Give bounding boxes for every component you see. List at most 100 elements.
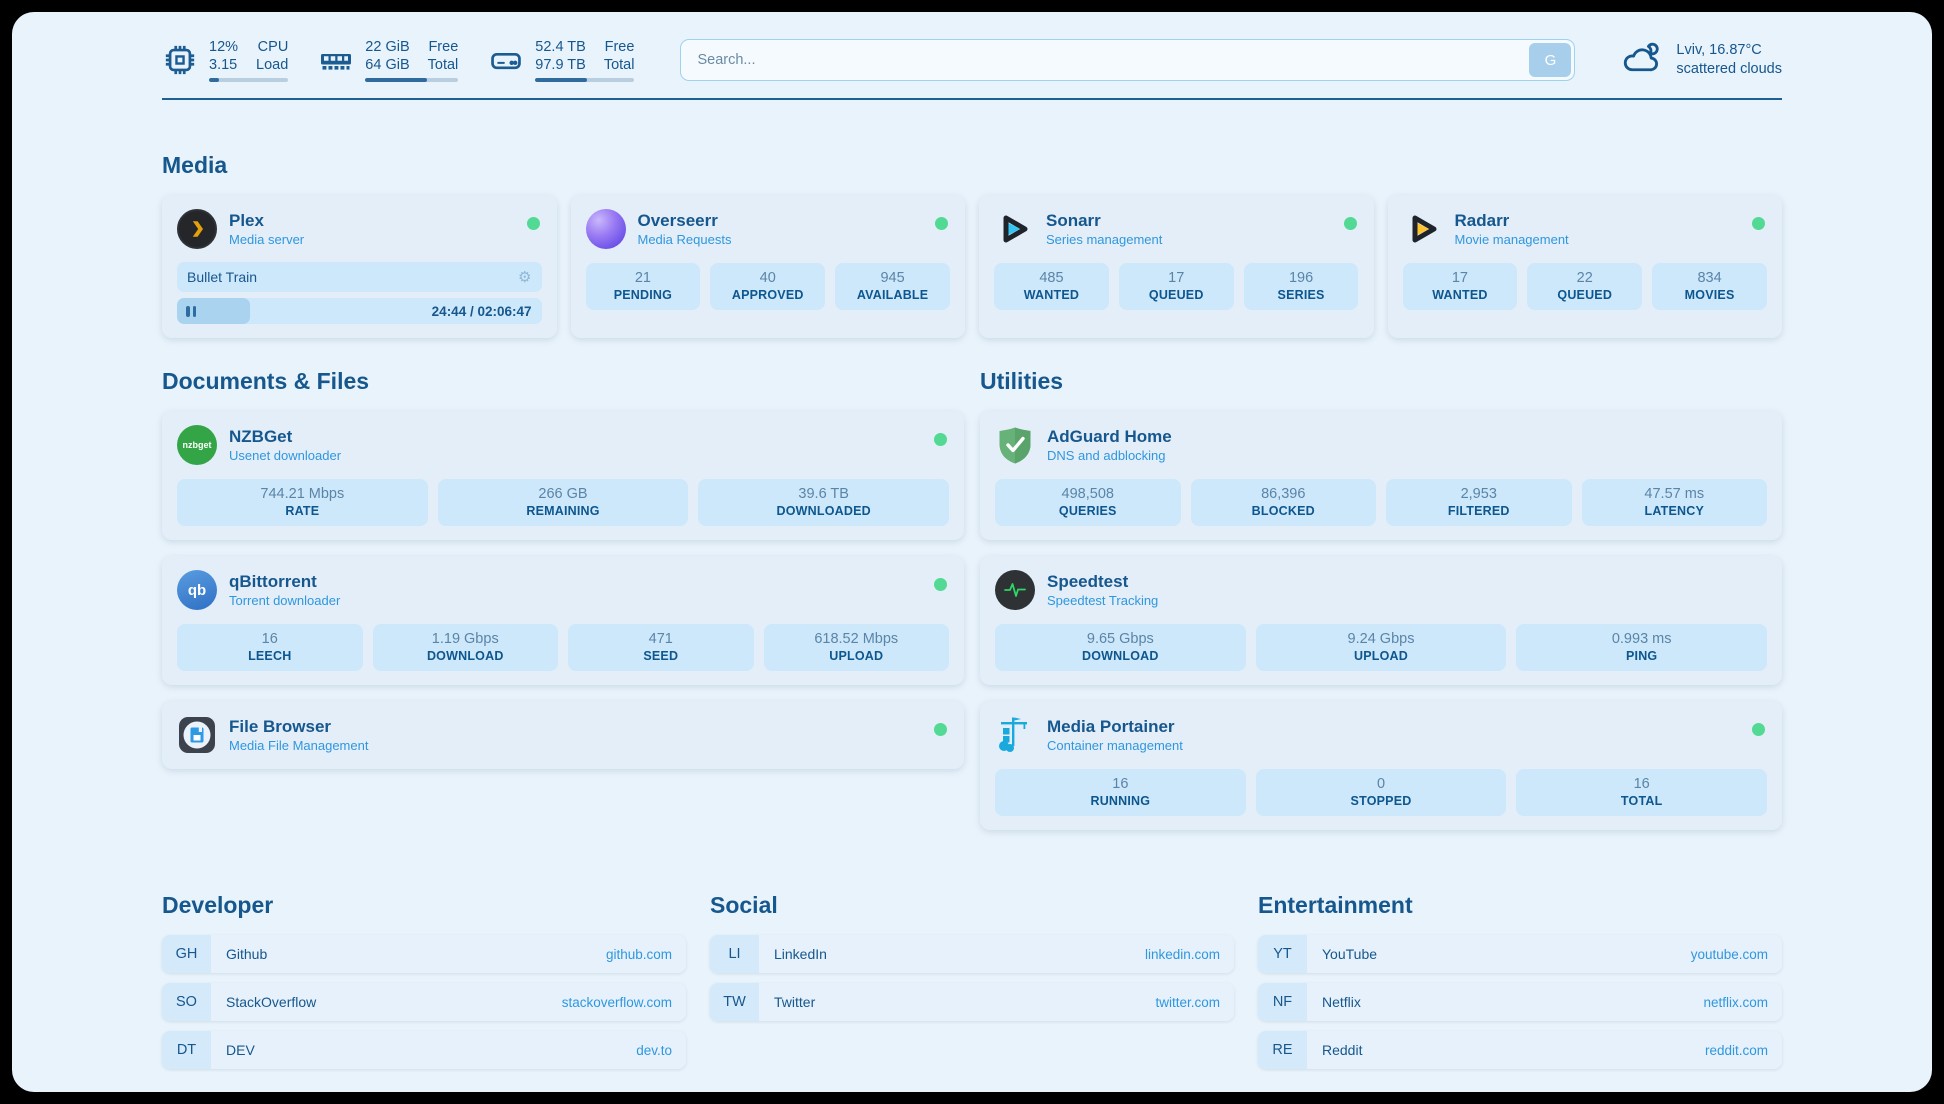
- stat-box: 39.6 TBDOWNLOADED: [698, 479, 949, 526]
- app-title: Speedtest: [1047, 572, 1158, 592]
- portainer-icon: [995, 715, 1035, 755]
- stat-box: 22QUEUED: [1527, 263, 1642, 310]
- stat-box: 744.21 MbpsRATE: [177, 479, 428, 526]
- cpu-load-value: 3.15: [209, 56, 238, 74]
- app-card-portainer[interactable]: Media Portainer Container management 16R…: [980, 701, 1782, 830]
- bookmark-name: DEV: [211, 1031, 255, 1069]
- stat-box: 21PENDING: [586, 263, 701, 310]
- cpu-progress-bar: [209, 78, 288, 82]
- search-input[interactable]: [680, 39, 1575, 81]
- bookmark-abbr: NF: [1258, 983, 1307, 1021]
- stat-box: 47.57 msLATENCY: [1582, 479, 1768, 526]
- bookmark-abbr: TW: [710, 983, 759, 1021]
- bookmark-abbr: RE: [1258, 1031, 1307, 1069]
- memory-free-value: 22 GiB: [365, 38, 409, 56]
- app-title: Overseerr: [638, 211, 732, 231]
- adguard-icon: [995, 425, 1035, 465]
- app-card-overseerr[interactable]: Overseerr Media Requests 21PENDING 40APP…: [571, 195, 966, 338]
- app-card-sonarr[interactable]: Sonarr Series management 485WANTED 17QUE…: [979, 195, 1374, 338]
- stat-box: 0.993 msPING: [1516, 624, 1767, 671]
- search-provider-button[interactable]: G: [1529, 43, 1571, 77]
- disk-widget: 52.4 TB Free 97.9 TB Total: [488, 38, 634, 82]
- app-card-filebrowser[interactable]: File Browser Media File Management: [162, 701, 964, 769]
- stat-box: 16LEECH: [177, 624, 363, 671]
- stat-box: 16TOTAL: [1516, 769, 1767, 816]
- stat-box: 1.19 GbpsDOWNLOAD: [373, 624, 559, 671]
- plex-icon: [177, 209, 217, 249]
- disk-progress-fill: [535, 78, 587, 82]
- cpu-icon: [162, 42, 198, 78]
- memory-progress-bar: [365, 78, 458, 82]
- stat-box: 834MOVIES: [1652, 263, 1767, 310]
- playback-time: 24:44 / 02:06:47: [432, 304, 542, 319]
- memory-icon: [318, 42, 354, 78]
- sonarr-icon: [994, 209, 1034, 249]
- section-title-utilities: Utilities: [980, 368, 1782, 395]
- weather-widget: Lviv, 16.87°C scattered clouds: [1621, 40, 1782, 80]
- bookmark-url: stackoverflow.com: [562, 983, 686, 1021]
- bookmark-name: Github: [211, 935, 267, 973]
- cpu-progress-fill: [209, 78, 219, 82]
- stat-box: 266 GBREMAINING: [438, 479, 689, 526]
- app-card-radarr[interactable]: Radarr Movie management 17WANTED 22QUEUE…: [1388, 195, 1783, 338]
- bookmark-name: StackOverflow: [211, 983, 316, 1021]
- gear-icon[interactable]: ⚙: [518, 270, 531, 285]
- app-subtitle: Usenet downloader: [229, 448, 341, 463]
- stat-box: 498,508QUERIES: [995, 479, 1181, 526]
- bookmark-reddit[interactable]: RE Reddit reddit.com: [1258, 1031, 1782, 1069]
- cloud-icon: [1621, 40, 1663, 80]
- stat-box: 485WANTED: [994, 263, 1109, 310]
- stat-box: 86,396BLOCKED: [1191, 479, 1377, 526]
- disk-icon: [488, 42, 524, 78]
- bookmark-github[interactable]: GH Github github.com: [162, 935, 686, 973]
- app-title: Plex: [229, 211, 304, 231]
- bookmark-name: Twitter: [759, 983, 815, 1021]
- app-title: AdGuard Home: [1047, 427, 1172, 447]
- stat-box: 2,953FILTERED: [1386, 479, 1572, 526]
- stat-box: 945AVAILABLE: [835, 263, 950, 310]
- memory-progress-fill: [365, 78, 426, 82]
- app-title: Media Portainer: [1047, 717, 1183, 737]
- weather-condition: scattered clouds: [1676, 60, 1782, 79]
- app-subtitle: Torrent downloader: [229, 593, 340, 608]
- app-card-nzbget[interactable]: nzbget NZBGet Usenet downloader 744.21 M…: [162, 411, 964, 540]
- stat-box: 618.52 MbpsUPLOAD: [764, 624, 950, 671]
- app-subtitle: Container management: [1047, 738, 1183, 753]
- qbittorrent-icon: qb: [177, 570, 217, 610]
- dashboard-panel: 12% CPU 3.15 Load: [12, 12, 1932, 1092]
- app-subtitle: Series management: [1046, 232, 1162, 247]
- bookmark-url: dev.to: [636, 1031, 686, 1069]
- stat-box: 0STOPPED: [1256, 769, 1507, 816]
- bookmark-netflix[interactable]: NF Netflix netflix.com: [1258, 983, 1782, 1021]
- bookmark-linkedin[interactable]: LI LinkedIn linkedin.com: [710, 935, 1234, 973]
- stat-box: 17WANTED: [1403, 263, 1518, 310]
- weather-location: Lviv, 16.87°C: [1676, 41, 1782, 60]
- app-card-plex[interactable]: Plex Media server Bullet Train ⚙ 24:44 /…: [162, 195, 557, 338]
- app-title: Sonarr: [1046, 211, 1162, 231]
- memory-total-value: 64 GiB: [365, 56, 409, 74]
- bookmark-url: netflix.com: [1703, 983, 1782, 1021]
- disk-total-value: 97.9 TB: [535, 56, 586, 74]
- disk-progress-bar: [535, 78, 634, 82]
- app-card-qbittorrent[interactable]: qb qBittorrent Torrent downloader 16LEEC…: [162, 556, 964, 685]
- bookmark-stackoverflow[interactable]: SO StackOverflow stackoverflow.com: [162, 983, 686, 1021]
- bookmark-dev[interactable]: DT DEV dev.to: [162, 1031, 686, 1069]
- bookmark-twitter[interactable]: TW Twitter twitter.com: [710, 983, 1234, 1021]
- top-bar: 12% CPU 3.15 Load: [162, 38, 1782, 82]
- bookmark-abbr: DT: [162, 1031, 211, 1069]
- bookmark-youtube[interactable]: YT YouTube youtube.com: [1258, 935, 1782, 973]
- bookmark-url: reddit.com: [1705, 1031, 1782, 1069]
- stat-box: 16RUNNING: [995, 769, 1246, 816]
- app-card-speedtest[interactable]: Speedtest Speedtest Tracking 9.65 GbpsDO…: [980, 556, 1782, 685]
- app-card-adguard[interactable]: AdGuard Home DNS and adblocking 498,508Q…: [980, 411, 1782, 540]
- speedtest-icon: [995, 570, 1035, 610]
- bookmark-name: Netflix: [1307, 983, 1361, 1021]
- bookmark-url: linkedin.com: [1145, 935, 1234, 973]
- stat-box: 9.24 GbpsUPLOAD: [1256, 624, 1507, 671]
- memory-free-label: Free: [428, 38, 459, 56]
- bookmark-url: github.com: [606, 935, 686, 973]
- stat-box: 17QUEUED: [1119, 263, 1234, 310]
- app-title: NZBGet: [229, 427, 341, 447]
- bookmark-url: twitter.com: [1155, 983, 1234, 1021]
- section-title-social: Social: [710, 892, 1234, 919]
